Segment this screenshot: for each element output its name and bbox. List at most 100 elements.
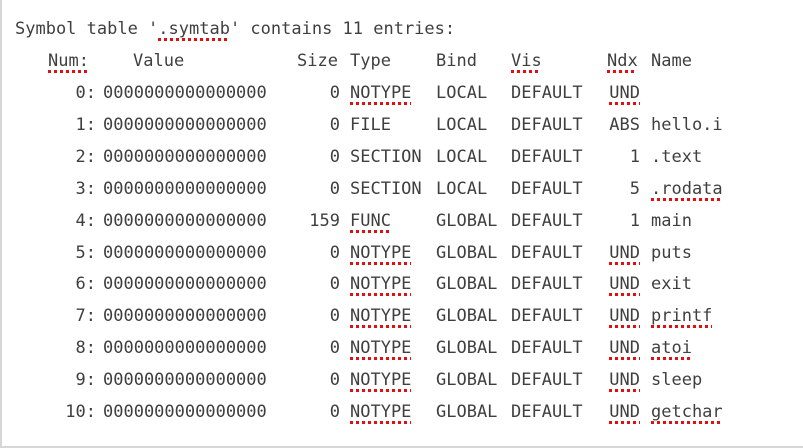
header-bind: Bind <box>436 51 477 71</box>
title-suffix: ' contains 11 entries: <box>229 19 456 39</box>
row-num: 3: <box>75 178 96 199</box>
row-num: 5: <box>75 242 96 263</box>
row-name: atoi <box>651 338 692 359</box>
row-bind: LOCAL <box>436 114 488 135</box>
row-name: .rodata <box>651 178 723 199</box>
row-type: NOTYPE <box>350 274 412 295</box>
row-value: 0000000000000000 <box>103 402 267 422</box>
row-vis: DEFAULT <box>511 178 583 199</box>
table-row: 9: 0000000000000000 0 NOTYPE GLOBAL DEFAULT UN… <box>2 370 803 392</box>
row-vis: DEFAULT <box>511 274 583 295</box>
table-row: 2: 0000000000000000 0 SECTION LOCAL DEFAULT 1.… <box>2 147 803 169</box>
row-ndx: UND <box>609 306 640 327</box>
header-value: Value <box>133 51 185 71</box>
row-bind: GLOBAL <box>436 370 498 391</box>
row-value: 0000000000000000 <box>103 242 267 263</box>
row-vis: DEFAULT <box>511 146 583 167</box>
text-document: Symbol table '.symtab' contains 11 entri… <box>0 0 803 448</box>
row-num: 6: <box>75 274 96 295</box>
row-size: 0 <box>329 370 340 391</box>
header-num: Num: <box>48 51 89 71</box>
row-vis: DEFAULT <box>511 370 583 391</box>
row-size: 0 <box>329 274 340 295</box>
row-size: 0 <box>329 306 340 327</box>
row-value: 0000000000000000 <box>103 370 267 391</box>
row-bind: GLOBAL <box>436 338 498 359</box>
row-bind: GLOBAL <box>436 306 498 327</box>
row-vis: DEFAULT <box>511 242 583 263</box>
title-prefix: Symbol table ' <box>15 19 159 39</box>
row-size: 0 <box>329 242 340 263</box>
row-num: 9: <box>75 370 96 391</box>
row-ndx: UND <box>609 402 640 422</box>
row-bind: GLOBAL <box>436 402 498 422</box>
row-value: 0000000000000000 <box>103 338 267 359</box>
row-size: 0 <box>329 83 340 103</box>
row-type: NOTYPE <box>350 83 412 103</box>
header-name: Name <box>651 51 692 71</box>
row-num: 2: <box>75 146 96 167</box>
row-name: getchar <box>651 402 723 422</box>
header-size: Size <box>297 51 338 71</box>
table-row: 6: 0000000000000000 0 NOTYPE GLOBAL DEFAULT UN… <box>2 274 803 296</box>
row-bind: GLOBAL <box>436 274 498 295</box>
row-type: NOTYPE <box>350 370 412 391</box>
row-name: sleep <box>651 370 703 391</box>
row-ndx: 1 <box>629 210 640 231</box>
row-value: 0000000000000000 <box>103 210 267 231</box>
table-row: 4: 0000000000000000 159 FUNC GLOBAL DEFAULT 1 m… <box>2 211 803 233</box>
row-ndx: UND <box>609 83 640 103</box>
row-ndx: UND <box>609 370 640 391</box>
row-num: 7: <box>75 306 96 327</box>
row-ndx: ABS <box>609 114 640 135</box>
row-type: FUNC <box>350 210 391 231</box>
row-type: FILE <box>350 114 391 135</box>
row-num: 0: <box>75 83 96 103</box>
symbol-table-title: Symbol table '.symtab' contains 11 entri… <box>15 19 455 41</box>
header-vis: Vis <box>511 51 542 71</box>
row-ndx: 5 <box>629 178 640 199</box>
row-name: exit <box>651 274 692 295</box>
row-num: 8: <box>75 338 96 359</box>
table-row: 10: 0000000000000000 0 NOTYPE GLOBAL DEFAULT U… <box>2 402 803 424</box>
table-header-row: Num: Value Size Type Bind Vis Ndx Name <box>2 51 803 73</box>
row-size: 159 <box>309 210 340 231</box>
row-name: printf <box>651 306 713 327</box>
title-section-name: .symtab <box>158 19 230 39</box>
row-value: 0000000000000000 <box>103 178 267 199</box>
row-vis: DEFAULT <box>511 338 583 359</box>
row-vis: DEFAULT <box>511 114 583 135</box>
row-value: 0000000000000000 <box>103 306 267 327</box>
row-type: SECTION <box>350 146 422 167</box>
row-type: NOTYPE <box>350 242 412 263</box>
row-num: 10: <box>65 402 96 422</box>
row-vis: DEFAULT <box>511 402 583 422</box>
row-type: NOTYPE <box>350 306 412 327</box>
row-num: 1: <box>75 114 96 135</box>
row-name: puts <box>651 242 692 263</box>
row-name: hello.i <box>651 114 723 135</box>
header-type: Type <box>350 51 391 71</box>
table-row: 7: 0000000000000000 0 NOTYPE GLOBAL DEFAULT UN… <box>2 306 803 328</box>
table-row: 3: 0000000000000000 0 SECTION LOCAL DEFAULT 5.… <box>2 179 803 201</box>
table-row: 1: 0000000000000000 0 FILE LOCAL DEFAULT ABS he… <box>2 115 803 137</box>
row-size: 0 <box>329 178 340 199</box>
row-size: 0 <box>329 114 340 135</box>
row-value: 0000000000000000 <box>103 274 267 295</box>
row-name: .text <box>651 146 703 167</box>
table-row: 8: 0000000000000000 0 NOTYPE GLOBAL DEFAULT UN… <box>2 338 803 360</box>
row-size: 0 <box>329 402 340 422</box>
row-vis: DEFAULT <box>511 210 583 231</box>
row-value: 0000000000000000 <box>103 146 267 167</box>
row-size: 0 <box>329 338 340 359</box>
row-num: 4: <box>75 210 96 231</box>
row-type: NOTYPE <box>350 402 412 422</box>
row-type: SECTION <box>350 178 422 199</box>
row-bind: GLOBAL <box>436 210 498 231</box>
row-size: 0 <box>329 146 340 167</box>
row-ndx: 1 <box>629 146 640 167</box>
row-value: 0000000000000000 <box>103 114 267 135</box>
row-ndx: UND <box>609 242 640 263</box>
row-ndx: UND <box>609 338 640 359</box>
table-row: 5: 0000000000000000 0 NOTYPE GLOBAL DEFAULT UN… <box>2 243 803 265</box>
